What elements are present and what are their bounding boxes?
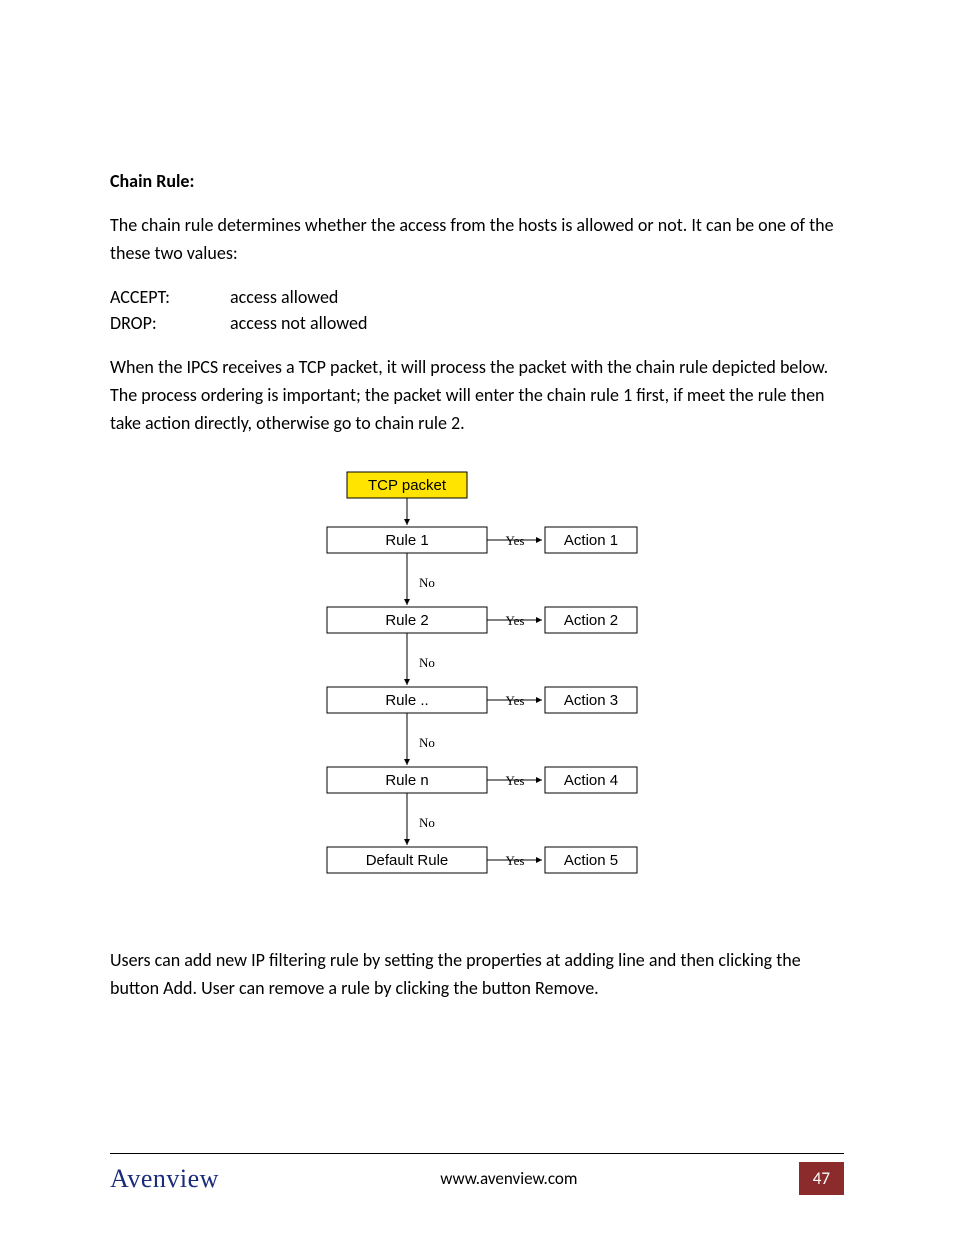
flowchart-row-2: Rule 2 Yes Action 2 No: [327, 607, 637, 685]
rule-label: Rule ..: [385, 692, 428, 709]
paragraph-process: When the IPCS receives a TCP packet, it …: [110, 354, 844, 438]
footer-url: www.avenview.com: [219, 1168, 799, 1189]
no-label: No: [419, 815, 435, 830]
def-term-drop: DROP:: [110, 312, 230, 334]
flowchart-row-3: Rule .. Yes Action 3 No: [327, 687, 637, 765]
no-label: No: [419, 575, 435, 590]
flowchart-row-5: Default Rule Yes Action 5: [327, 847, 637, 873]
brand-logo: Avenview: [110, 1164, 219, 1194]
action-label: Action 5: [564, 852, 618, 869]
paragraph-add-remove: Users can add new IP filtering rule by s…: [110, 947, 844, 1003]
page-number: 47: [799, 1162, 844, 1195]
yes-label: Yes: [506, 773, 525, 788]
yes-label: Yes: [506, 853, 525, 868]
flowchart-row-4: Rule n Yes Action 4 No: [327, 767, 637, 845]
footer-divider: [110, 1153, 844, 1154]
rule-label: Default Rule: [366, 852, 449, 869]
yes-label: Yes: [506, 613, 525, 628]
no-label: No: [419, 735, 435, 750]
document-page: Chain Rule: The chain rule determines wh…: [0, 0, 954, 1235]
def-desc-drop: access not allowed: [230, 312, 844, 334]
rule-label: Rule 2: [385, 612, 428, 629]
page-footer: Avenview www.avenview.com 47: [110, 1153, 844, 1195]
definition-list: ACCEPT: access allowed DROP: access not …: [110, 286, 844, 334]
flowchart-row-1: Rule 1 Yes Action 1 No: [327, 527, 637, 605]
def-desc-accept: access allowed: [230, 286, 844, 308]
def-term-accept: ACCEPT:: [110, 286, 230, 308]
rule-label: Rule n: [385, 772, 428, 789]
flowchart-start: TCP packet: [368, 477, 447, 494]
rule-label: Rule 1: [385, 532, 428, 549]
action-label: Action 1: [564, 532, 618, 549]
paragraph-intro: The chain rule determines whether the ac…: [110, 212, 844, 268]
flowchart-diagram: TCP packet Rule 1 Yes Action 1 No Rule 2…: [307, 467, 647, 927]
action-label: Action 4: [564, 772, 618, 789]
no-label: No: [419, 655, 435, 670]
section-heading: Chain Rule:: [110, 170, 844, 192]
action-label: Action 2: [564, 612, 618, 629]
action-label: Action 3: [564, 692, 618, 709]
yes-label: Yes: [506, 533, 525, 548]
yes-label: Yes: [506, 693, 525, 708]
